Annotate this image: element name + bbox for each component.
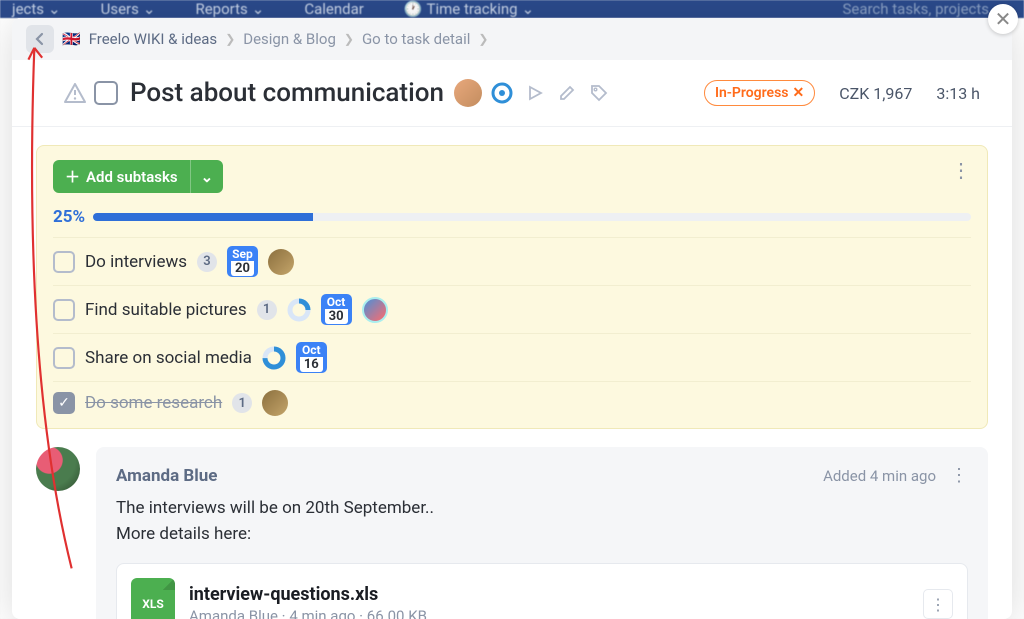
progress-donut-icon (287, 298, 311, 322)
crumb-section[interactable]: Design & Blog (243, 30, 336, 48)
watch-icon[interactable] (488, 79, 516, 107)
chevron-right-icon: ❯ (478, 32, 488, 46)
flag-icon: 🇬🇧 (62, 30, 81, 48)
breadcrumb: 🇬🇧 Freelo WIKI & ideas ❯ Design & Blog ❯… (12, 18, 1012, 60)
subtask-title[interactable]: Share on social media (85, 348, 252, 368)
assignee-avatar[interactable] (262, 390, 288, 416)
task-header: Post about communication In-Progress ✕ C… (12, 60, 1012, 127)
top-nav: jects ⌄ Users ⌄ Reports ⌄ Calendar 🕐 Tim… (0, 0, 1024, 18)
file-type-icon: XLS (131, 578, 175, 619)
close-icon[interactable]: ✕ (793, 85, 805, 101)
subtask-row[interactable]: Find suitable pictures 1 Oct30 (53, 285, 971, 333)
chevron-down-icon[interactable]: ⌄ (191, 162, 224, 192)
chevron-right-icon: ❯ (225, 32, 235, 46)
comment-timestamp: Added 4 min ago (823, 467, 936, 485)
crumb-project[interactable]: Freelo WIKI & ideas (89, 30, 218, 48)
progress-percent: 25% (53, 207, 85, 227)
status-pill[interactable]: In-Progress ✕ (704, 80, 815, 106)
add-subtasks-button[interactable]: ＋Add subtasks ⌄ (53, 160, 223, 193)
subtask-checkbox[interactable]: ✓ (53, 392, 75, 414)
subtask-row[interactable]: Do interviews 3 Sep20 (53, 237, 971, 285)
assignee-avatar[interactable] (454, 79, 482, 107)
nav-calendar[interactable]: Calendar (304, 0, 364, 18)
assignee-avatar[interactable] (362, 297, 388, 323)
plus-icon: ＋ (65, 166, 80, 187)
back-button[interactable] (26, 25, 54, 53)
task-cost: CZK 1,967 (839, 84, 912, 103)
close-button[interactable]: ✕ (988, 4, 1018, 34)
panel-menu-icon[interactable]: ⋮ (951, 158, 973, 182)
due-date-chip[interactable]: Sep20 (227, 246, 258, 277)
chevron-right-icon: ❯ (344, 32, 354, 46)
subtask-title[interactable]: Find suitable pictures (85, 300, 247, 320)
subtask-checkbox[interactable] (53, 347, 75, 369)
play-icon[interactable] (524, 82, 546, 104)
subtask-title[interactable]: Do interviews (85, 252, 187, 272)
comment-avatar[interactable] (36, 447, 80, 491)
progress-bar (93, 213, 971, 221)
nav-users[interactable]: Users ⌄ (101, 0, 156, 18)
subtask-row[interactable]: Share on social media Oct16 (53, 333, 971, 381)
due-date-chip[interactable]: Oct16 (296, 342, 327, 373)
subtask-row[interactable]: ✓ Do some research 1 (53, 381, 971, 424)
comment-menu-icon[interactable]: ⋮ (950, 465, 968, 486)
subtask-checkbox[interactable] (53, 299, 75, 321)
subtasks-panel: ＋Add subtasks ⌄ ⋮ 25% Do interviews 3 Se… (36, 145, 988, 429)
priority-icon[interactable] (64, 83, 86, 103)
comment-author: Amanda Blue (116, 466, 217, 486)
task-time: 3:13 h (936, 84, 980, 103)
complete-checkbox[interactable] (94, 81, 118, 105)
comment-count: 3 (197, 252, 217, 272)
edit-icon[interactable] (556, 82, 578, 104)
crumb-detail[interactable]: Go to task detail (362, 30, 470, 48)
due-date-chip[interactable]: Oct30 (321, 294, 352, 325)
comment-count: 1 (232, 393, 252, 413)
attachment-menu-icon[interactable]: ⋮ (923, 589, 953, 619)
task-modal: 🇬🇧 Freelo WIKI & ideas ❯ Design & Blog ❯… (12, 18, 1012, 619)
subtask-title[interactable]: Do some research (85, 393, 222, 413)
file-meta: Amanda Blue4 min ago66.00 KB (189, 607, 909, 619)
file-name: interview-questions.xls (189, 584, 909, 605)
assignee-avatar[interactable] (268, 249, 294, 275)
task-title: Post about communication (130, 78, 444, 108)
nav-projects[interactable]: jects ⌄ (12, 0, 61, 18)
tag-icon[interactable] (588, 82, 610, 104)
comment-text: The interviews will be on 20th September… (116, 496, 968, 547)
nav-timetracking[interactable]: 🕐 Time tracking ⌄ (404, 0, 534, 18)
subtask-checkbox[interactable] (53, 251, 75, 273)
progress-donut-icon (262, 346, 286, 370)
attachment-card[interactable]: XLS interview-questions.xls Amanda Blue4… (116, 563, 968, 619)
comment: Amanda Blue Added 4 min ago ⋮ The interv… (36, 447, 988, 619)
nav-reports[interactable]: Reports ⌄ (195, 0, 264, 18)
search-input[interactable]: Search tasks, projects, u (842, 0, 1004, 18)
comment-count: 1 (257, 300, 277, 320)
